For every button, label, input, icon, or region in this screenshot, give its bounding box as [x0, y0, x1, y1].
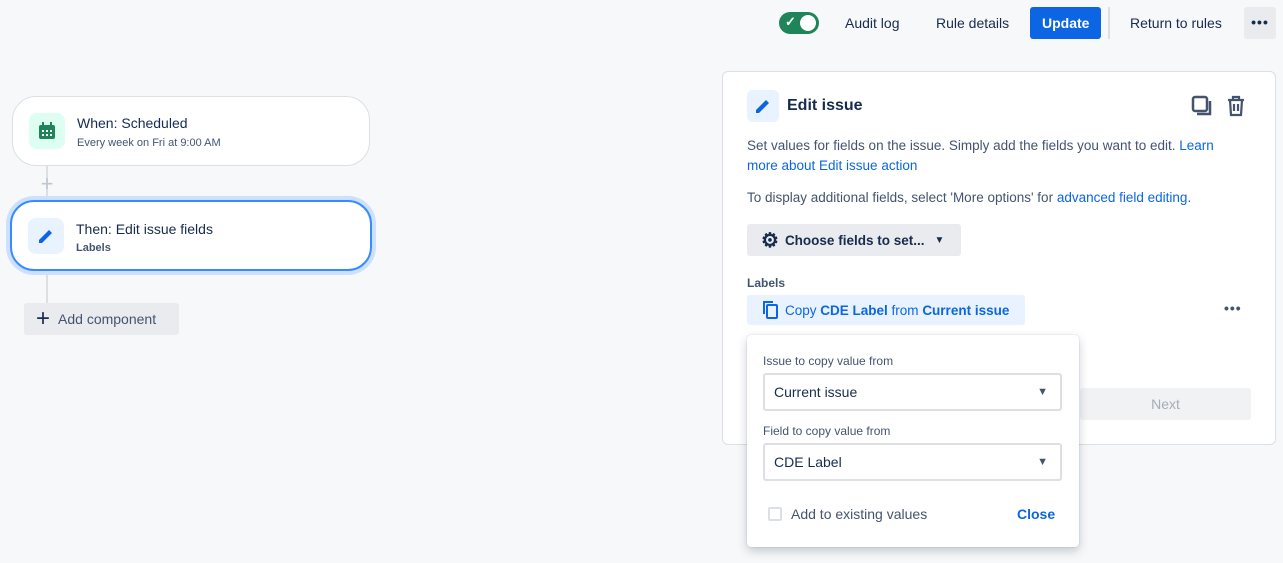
- action-card[interactable]: Then: Edit issue fields Labels: [10, 200, 372, 271]
- desc-text: Set values for fields on the issue. Simp…: [747, 138, 1180, 153]
- panel-description: Set values for fields on the issue. Simp…: [747, 136, 1247, 176]
- calendar-icon: [29, 113, 65, 149]
- add-existing-label: Add to existing values: [791, 506, 928, 522]
- period: .: [1187, 190, 1192, 205]
- audit-log-button[interactable]: Audit log: [835, 7, 909, 39]
- field-more-icon[interactable]: •••: [1224, 300, 1242, 316]
- rule-details-button[interactable]: Rule details: [926, 7, 1019, 39]
- close-button[interactable]: Close: [1017, 506, 1055, 522]
- return-to-rules-button[interactable]: Return to rules: [1120, 7, 1232, 39]
- chevron-down-icon: ▼: [1037, 386, 1048, 398]
- advanced-field-editing-link[interactable]: advanced field editing: [1057, 190, 1188, 205]
- issue-source-label: Issue to copy value from: [763, 354, 894, 368]
- chevron-down-icon: ▼: [1037, 456, 1048, 468]
- add-existing-checkbox[interactable]: [768, 507, 782, 521]
- update-button[interactable]: Update: [1030, 7, 1102, 39]
- issue-source-value: Current issue: [774, 384, 858, 400]
- check-icon: ✓: [785, 14, 796, 29]
- field-source-label: Field to copy value from: [763, 424, 891, 438]
- rule-enabled-toggle[interactable]: ✓: [779, 12, 819, 34]
- field-source-select[interactable]: CDE Label ▼: [763, 443, 1062, 481]
- choose-fields-label: Choose fields to set...: [784, 232, 925, 248]
- issue-source-select[interactable]: Current issue ▼: [763, 373, 1062, 411]
- choose-fields-button[interactable]: ⚙ Choose fields to set... ▼: [747, 224, 961, 256]
- labels-field-label: Labels: [747, 276, 786, 290]
- plus-icon: +: [36, 305, 51, 332]
- trigger-subtitle: Every week on Fri at 9:00 AM: [77, 137, 221, 149]
- chip-text: from: [887, 302, 923, 318]
- add-component-label: Add component: [58, 311, 157, 327]
- toggle-knob: [800, 15, 816, 31]
- insert-plus-icon[interactable]: +: [35, 173, 59, 197]
- pencil-icon: [28, 218, 64, 254]
- divider: [1108, 7, 1110, 39]
- next-button[interactable]: Next: [1080, 388, 1251, 420]
- add-component-button[interactable]: + Add component: [24, 303, 179, 335]
- action-subtitle: Labels: [76, 242, 111, 254]
- pencil-icon: [747, 90, 779, 122]
- copy-value-popup: Issue to copy value from Current issue ▼ …: [747, 335, 1079, 547]
- chevron-down-icon: ▼: [934, 234, 945, 246]
- field-source-value: CDE Label: [774, 454, 842, 470]
- chip-source: Current issue: [922, 302, 1010, 318]
- advanced-note-text: To display additional fields, select 'Mo…: [747, 190, 1057, 205]
- chip-field: CDE Label: [820, 302, 888, 318]
- copy-value-chip[interactable]: Copy CDE Label from Current issue: [747, 295, 1025, 325]
- connector: [46, 271, 48, 303]
- trash-icon[interactable]: [1224, 94, 1248, 121]
- action-title: Then: Edit issue fields: [76, 221, 213, 237]
- chip-text: Copy: [785, 302, 821, 318]
- copy-icon: [763, 301, 778, 319]
- trigger-title: When: Scheduled: [77, 115, 188, 131]
- more-options-icon[interactable]: •••: [1244, 7, 1276, 39]
- gear-icon: ⚙: [761, 229, 779, 252]
- advanced-note: To display additional fields, select 'Mo…: [747, 188, 1257, 208]
- duplicate-icon[interactable]: [1190, 94, 1214, 121]
- trigger-card[interactable]: When: Scheduled Every week on Fri at 9:0…: [12, 96, 370, 166]
- panel-title: Edit issue: [787, 97, 863, 114]
